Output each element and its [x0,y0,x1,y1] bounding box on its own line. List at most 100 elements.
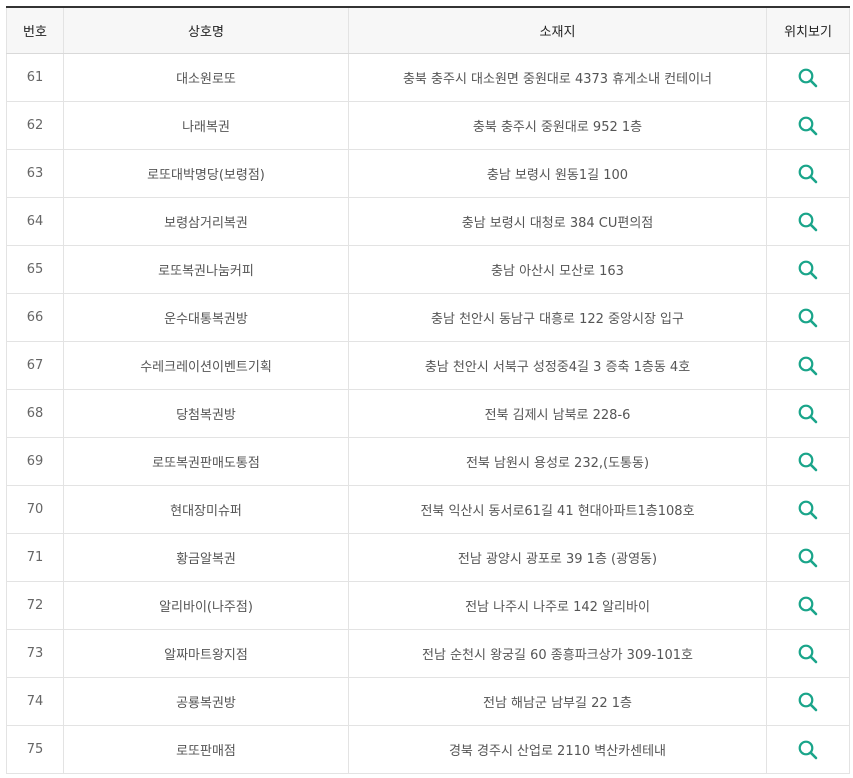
map-view-button[interactable] [797,691,819,713]
search-icon [798,356,818,375]
store-address: 충남 보령시 원동1길 100 [348,149,767,198]
map-view-button[interactable] [797,355,819,377]
search-icon [798,644,818,663]
map-cell [766,53,850,102]
store-name: 알리바이(나주점) [63,581,349,630]
store-address: 경북 경주시 산업로 2110 벽산카센테내 [348,725,767,774]
store-name: 수레크레이션이벤트기획 [63,341,349,390]
map-cell [766,581,850,630]
search-icon [798,500,818,519]
row-number: 75 [6,725,64,774]
map-cell [766,677,850,726]
search-icon [798,164,818,183]
store-address: 충북 충주시 대소원면 중원대로 4373 휴게소내 컨테이너 [348,53,767,102]
table-header: 번호 상호명 소재지 위치보기 [6,7,850,54]
store-address: 충남 보령시 대청로 384 CU편의점 [348,197,767,246]
map-view-button[interactable] [797,307,819,329]
search-icon [798,68,818,87]
search-icon [798,740,818,759]
map-view-button[interactable] [797,67,819,89]
store-address: 충남 천안시 서북구 성정중4길 3 증축 1층동 4호 [348,341,767,390]
store-address: 전북 남원시 용성로 232,(도통동) [348,437,767,486]
search-icon [798,548,818,567]
table-row: 69 로또복권판매도통점 전북 남원시 용성로 232,(도통동) [6,437,850,486]
map-view-button[interactable] [797,451,819,473]
row-number: 63 [6,149,64,198]
store-address: 충북 충주시 중원대로 952 1층 [348,101,767,150]
store-name: 공룡복권방 [63,677,349,726]
store-name: 로또대박명당(보령점) [63,149,349,198]
map-cell [766,437,850,486]
table-row: 74 공룡복권방 전남 해남군 남부길 22 1층 [6,677,850,726]
row-number: 73 [6,629,64,678]
row-number: 71 [6,533,64,582]
store-address: 전남 광양시 광포로 39 1층 (광영동) [348,533,767,582]
map-view-button[interactable] [797,115,819,137]
map-cell [766,533,850,582]
map-view-button[interactable] [797,643,819,665]
map-cell [766,389,850,438]
row-number: 72 [6,581,64,630]
map-cell [766,245,850,294]
map-view-button[interactable] [797,163,819,185]
search-icon [798,260,818,279]
map-view-button[interactable] [797,211,819,233]
store-name: 대소원로또 [63,53,349,102]
table-row: 65 로또복권나눔커피 충남 아산시 모산로 163 [6,245,850,294]
row-number: 62 [6,101,64,150]
column-header-address: 소재지 [348,7,767,54]
table-body: 61 대소원로또 충북 충주시 대소원면 중원대로 4373 휴게소내 컨테이너 62… [6,53,850,774]
store-address: 전북 김제시 남북로 228-6 [348,389,767,438]
map-cell [766,485,850,534]
table-row: 73 알짜마트왕지점 전남 순천시 왕궁길 60 종흥파크상가 309-101호 [6,629,850,678]
map-view-button[interactable] [797,499,819,521]
search-icon [798,404,818,423]
map-view-button[interactable] [797,595,819,617]
table-row: 68 당첨복권방 전북 김제시 남북로 228-6 [6,389,850,438]
table-row: 61 대소원로또 충북 충주시 대소원면 중원대로 4373 휴게소내 컨테이너 [6,53,850,102]
store-address: 전북 익산시 동서로61길 41 현대아파트1층108호 [348,485,767,534]
store-name: 로또복권나눔커피 [63,245,349,294]
store-name: 황금알복권 [63,533,349,582]
table-row: 75 로또판매점 경북 경주시 산업로 2110 벽산카센테내 [6,725,850,774]
row-number: 65 [6,245,64,294]
map-cell [766,341,850,390]
search-icon [798,212,818,231]
map-view-button[interactable] [797,259,819,281]
row-number: 70 [6,485,64,534]
map-cell [766,629,850,678]
map-view-button[interactable] [797,403,819,425]
store-list: 번호 상호명 소재지 위치보기 61 대소원로또 충북 충주시 대소원면 중원대로 … [6,6,850,774]
row-number: 61 [6,53,64,102]
store-name: 알짜마트왕지점 [63,629,349,678]
store-name: 당첨복권방 [63,389,349,438]
store-address: 충남 천안시 동남구 대흥로 122 중앙시장 입구 [348,293,767,342]
search-icon [798,596,818,615]
store-name: 로또판매점 [63,725,349,774]
store-name: 현대장미슈퍼 [63,485,349,534]
table-row: 62 나래복권 충북 충주시 중원대로 952 1층 [6,101,850,150]
search-icon [798,308,818,327]
table-row: 71 황금알복권 전남 광양시 광포로 39 1층 (광영동) [6,533,850,582]
store-name: 로또복권판매도통점 [63,437,349,486]
store-table: 번호 상호명 소재지 위치보기 61 대소원로또 충북 충주시 대소원면 중원대로 … [6,6,850,774]
map-cell [766,101,850,150]
row-number: 64 [6,197,64,246]
search-icon [798,116,818,135]
row-number: 68 [6,389,64,438]
column-header-store-name: 상호명 [63,7,349,54]
store-address: 전남 순천시 왕궁길 60 종흥파크상가 309-101호 [348,629,767,678]
column-header-number: 번호 [6,7,64,54]
table-row: 70 현대장미슈퍼 전북 익산시 동서로61길 41 현대아파트1층108호 [6,485,850,534]
search-icon [798,452,818,471]
row-number: 66 [6,293,64,342]
column-header-map-view: 위치보기 [766,7,850,54]
map-view-button[interactable] [797,739,819,761]
store-address: 충남 아산시 모산로 163 [348,245,767,294]
store-name: 나래복권 [63,101,349,150]
map-view-button[interactable] [797,547,819,569]
row-number: 67 [6,341,64,390]
map-cell [766,149,850,198]
store-address: 전남 해남군 남부길 22 1층 [348,677,767,726]
store-name: 운수대통복권방 [63,293,349,342]
